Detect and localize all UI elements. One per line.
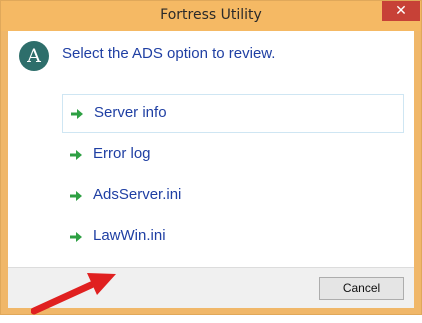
option-label: AdsServer.ini: [93, 186, 182, 203]
close-button[interactable]: ✕: [382, 1, 420, 21]
instruction-text: Select the ADS option to review.: [62, 45, 276, 62]
option-server-info[interactable]: Server info: [62, 94, 404, 133]
option-label: LawWin.ini: [93, 227, 166, 244]
window-title: Fortress Utility: [160, 7, 262, 23]
green-right-arrow-icon: [70, 191, 82, 201]
option-lawwin-ini[interactable]: LawWin.ini: [62, 218, 402, 256]
option-label: Server info: [94, 104, 167, 121]
app-logo-icon: A: [19, 41, 49, 71]
option-adsserver-ini[interactable]: AdsServer.ini: [62, 177, 402, 215]
title-bar[interactable]: Fortress Utility ✕: [1, 1, 421, 31]
dialog-window: Fortress Utility ✕ A Select the ADS opti…: [0, 0, 422, 315]
close-icon: ✕: [395, 3, 407, 19]
green-right-arrow-icon: [70, 232, 82, 242]
green-right-arrow-icon: [70, 150, 82, 160]
cancel-button[interactable]: Cancel: [319, 277, 404, 300]
option-error-log[interactable]: Error log: [62, 136, 402, 174]
option-label: Error log: [93, 145, 151, 162]
green-right-arrow-icon: [71, 109, 83, 119]
dialog-content: A Select the ADS option to review. Serve…: [8, 31, 414, 315]
